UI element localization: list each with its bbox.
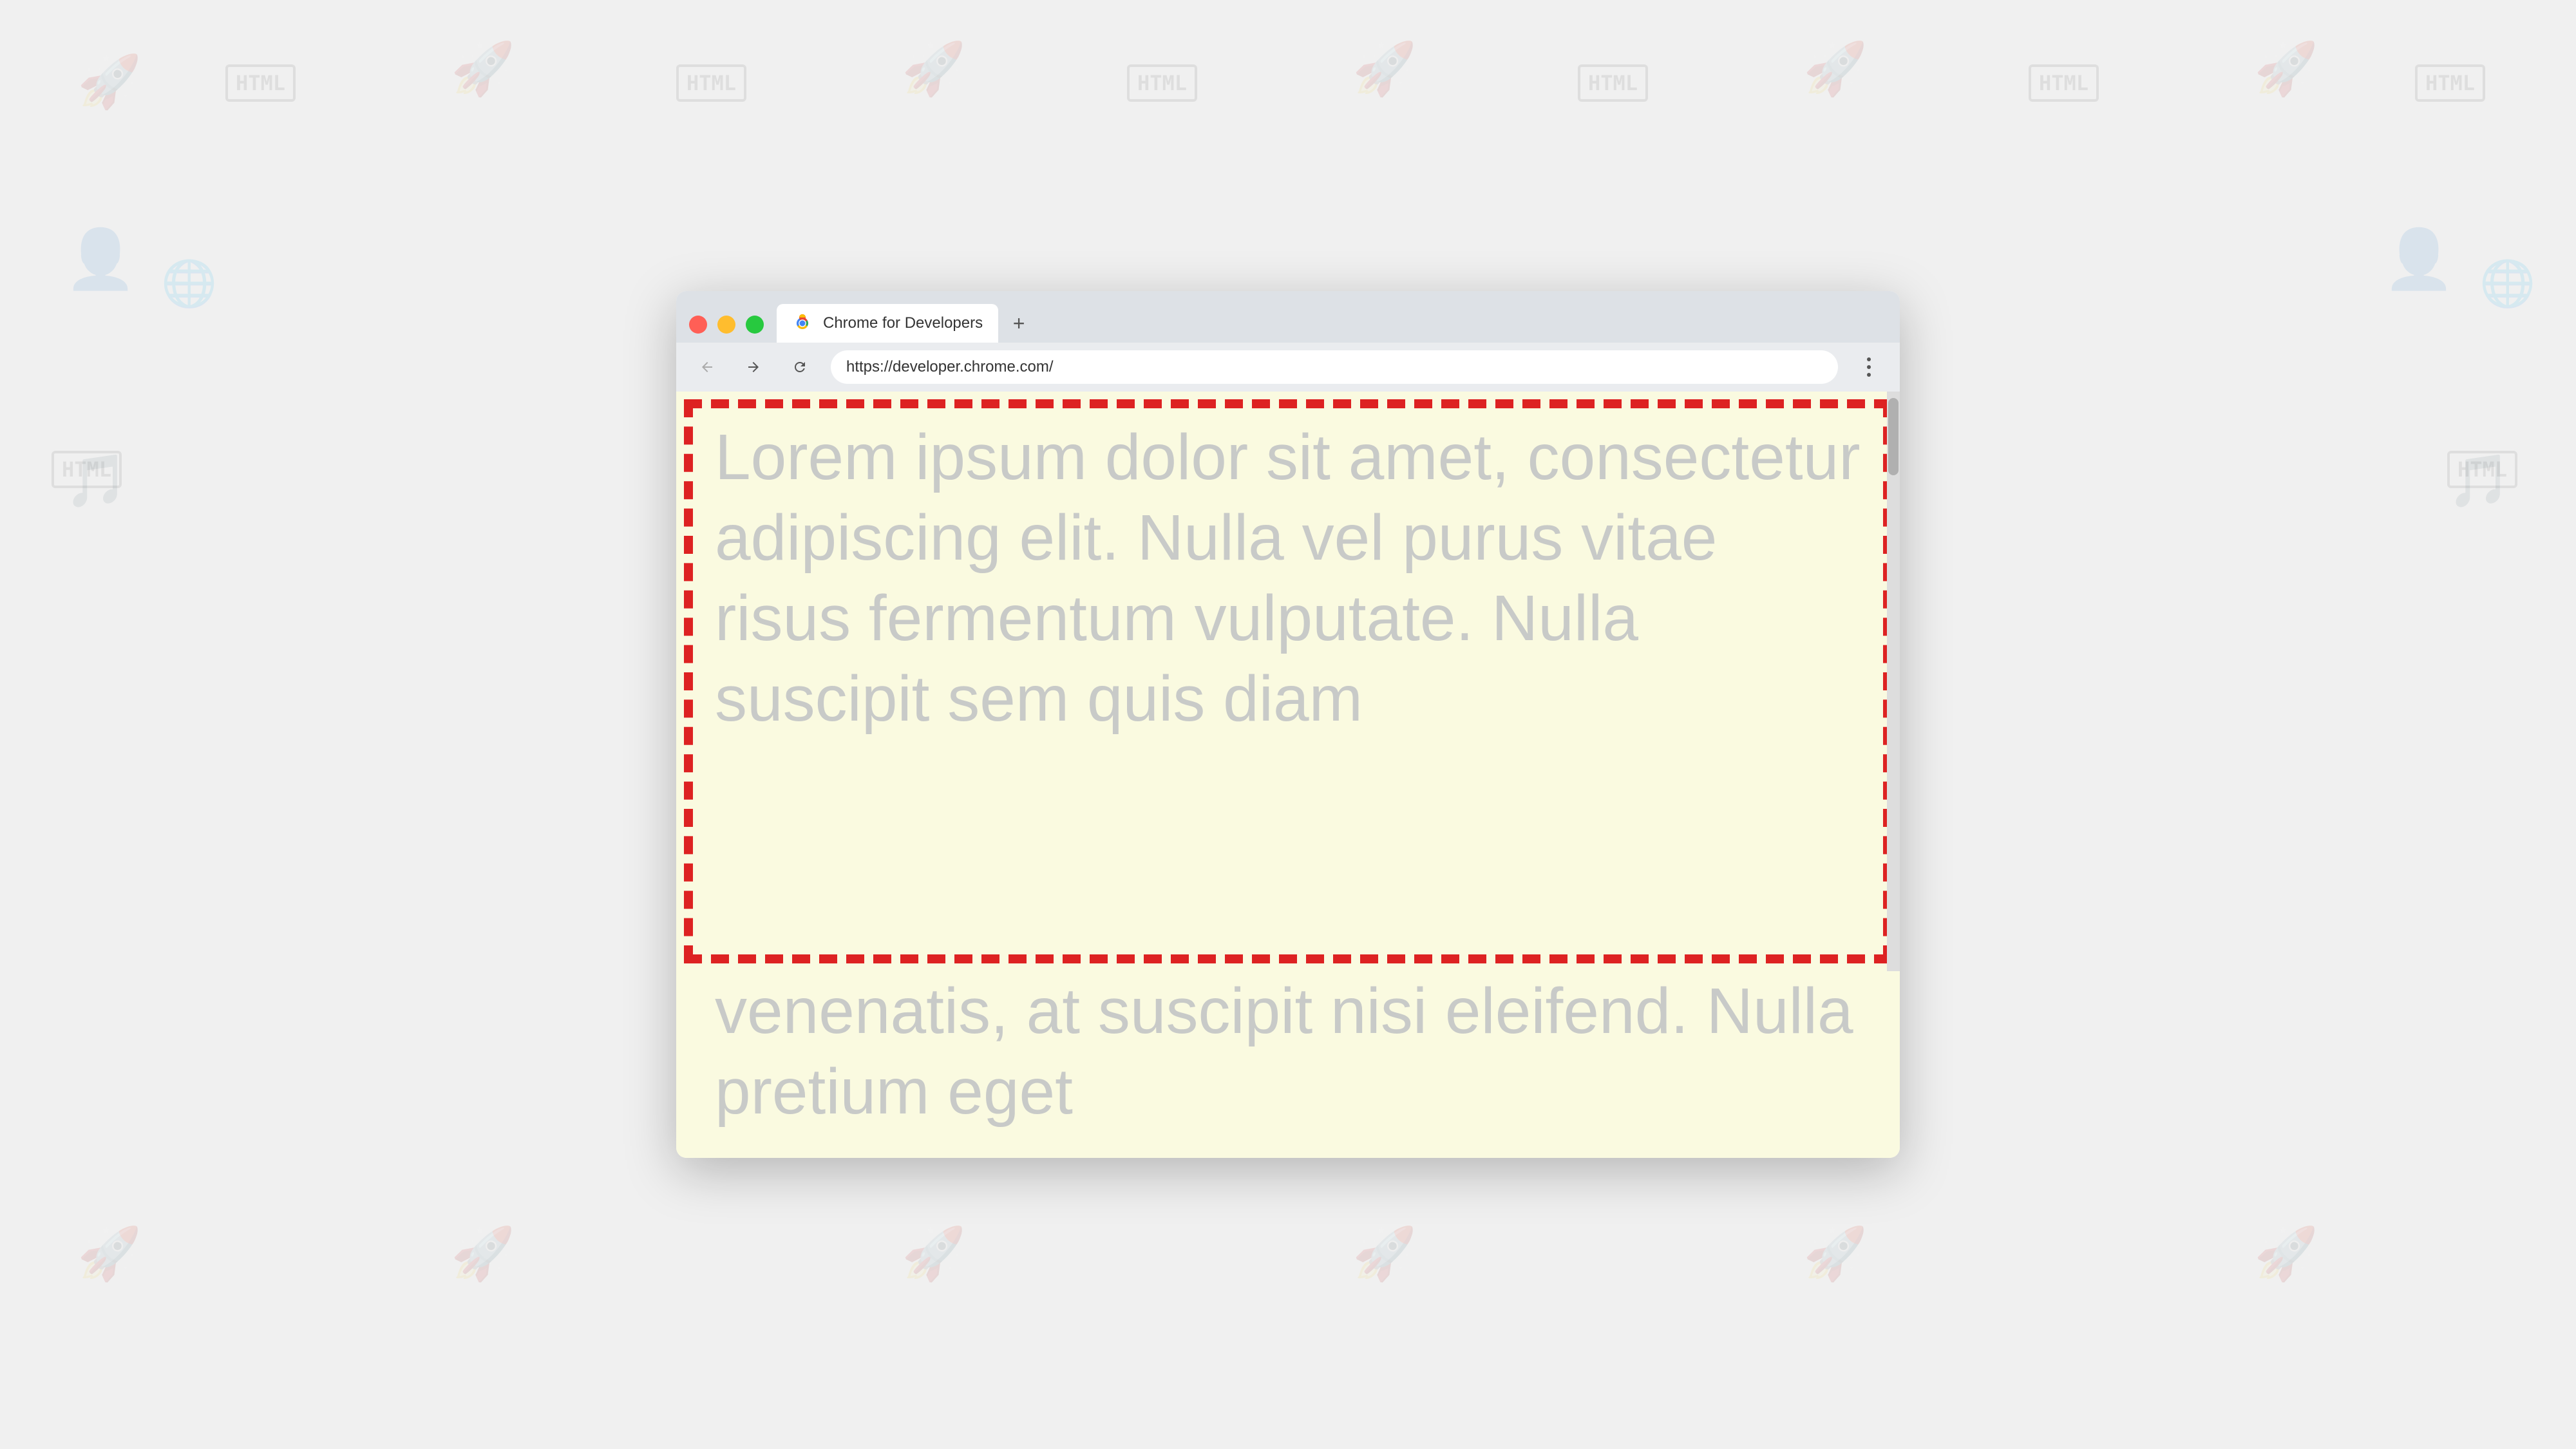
bg-person-icon: 👤 xyxy=(64,225,137,293)
bg-bottom-icon-4: 🚀 xyxy=(1352,1224,1417,1284)
bg-rocket-icon-5: 🚀 xyxy=(1803,39,1868,99)
window-controls xyxy=(689,316,764,334)
active-tab[interactable]: Chrome for Developers xyxy=(777,304,998,343)
below-fold-text: venenatis, at suscipit nisi eleifend. Nu… xyxy=(715,971,1861,1132)
html-badge-2: HTML xyxy=(676,64,746,102)
tab-title: Chrome for Developers xyxy=(823,314,983,332)
tab-bar: Chrome for Developers + xyxy=(777,291,1887,343)
menu-dot-3 xyxy=(1867,373,1871,377)
menu-dot-1 xyxy=(1867,357,1871,361)
bg-bottom-icon-2: 🚀 xyxy=(451,1224,515,1284)
html-badge-3: HTML xyxy=(1127,64,1197,102)
lorem-ipsum-text: Lorem ipsum dolor sit amet, consectetur … xyxy=(676,392,1900,765)
browser-menu-button[interactable] xyxy=(1853,352,1884,383)
address-bar: https://developer.chrome.com/ xyxy=(676,343,1900,392)
bg-rocket-icon-3: 🚀 xyxy=(902,39,966,99)
back-icon xyxy=(699,359,715,375)
page-content: Lorem ipsum dolor sit amet, consectetur … xyxy=(676,392,1900,971)
bg-person-icon-2: 👤 xyxy=(2383,225,2455,293)
minimize-button[interactable] xyxy=(717,316,735,334)
browser-window: Chrome for Developers + xyxy=(676,291,1900,1158)
browser-wrapper: Chrome for Developers + xyxy=(676,291,1900,1158)
bg-rocket-icon-6: 🚀 xyxy=(2254,39,2318,99)
below-fold-content: venenatis, at suscipit nisi eleifend. Nu… xyxy=(676,971,1900,1158)
bg-bottom-icon-5: 🚀 xyxy=(1803,1224,1868,1284)
refresh-icon xyxy=(792,359,808,375)
scrollbar-thumb[interactable] xyxy=(1888,398,1899,475)
bg-bottom-icon-6: 🚀 xyxy=(2254,1224,2318,1284)
url-bar[interactable]: https://developer.chrome.com/ xyxy=(831,350,1838,384)
bg-rocket-icon: 🚀 xyxy=(77,52,142,112)
bg-globe-icon: 🌐 xyxy=(161,258,217,310)
bg-bottom-icon-1: 🚀 xyxy=(77,1224,142,1284)
scrollbar[interactable] xyxy=(1887,392,1900,971)
html-badge-5: HTML xyxy=(2029,64,2099,102)
menu-dot-2 xyxy=(1867,365,1871,369)
bg-rocket-icon-4: 🚀 xyxy=(1352,39,1417,99)
bg-globe-icon-2: 🌐 xyxy=(2479,258,2535,310)
forward-icon xyxy=(746,359,761,375)
maximize-button[interactable] xyxy=(746,316,764,334)
forward-button[interactable] xyxy=(738,352,769,383)
bg-rocket-icon-2: 🚀 xyxy=(451,39,515,99)
back-button[interactable] xyxy=(692,352,723,383)
chrome-favicon xyxy=(792,313,813,334)
url-text: https://developer.chrome.com/ xyxy=(846,358,1054,376)
bg-bottom-icon-3: 🚀 xyxy=(902,1224,966,1284)
new-tab-button[interactable]: + xyxy=(1006,310,1032,336)
title-bar: Chrome for Developers + xyxy=(676,291,1900,343)
refresh-button[interactable] xyxy=(784,352,815,383)
html-badge-side-2: HTML xyxy=(2447,451,2517,488)
html-badge-6: HTML xyxy=(2415,64,2485,102)
close-button[interactable] xyxy=(689,316,707,334)
html-badge-4: HTML xyxy=(1578,64,1648,102)
html-badge-side-1: HTML xyxy=(52,451,122,488)
html-badge-1: HTML xyxy=(225,64,296,102)
